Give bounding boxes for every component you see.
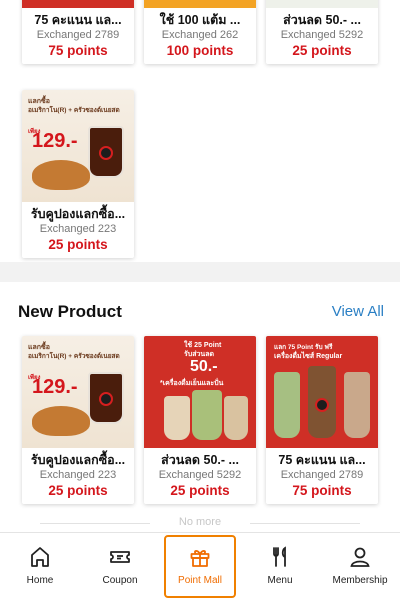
product-card[interactable]: ใช้ 100 แต้ม ... Exchanged 262 100 point… [144, 0, 256, 64]
product-image: แลกซื้อ อเมริกาโน(R) + ครัวซองต์เนยสด เพ… [22, 336, 134, 448]
fork-knife-icon [273, 546, 286, 567]
product-name: รับคูปองแลกซื้อ... [30, 453, 126, 467]
exchanged-count: Exchanged 2789 [280, 469, 364, 481]
tab-label: Membership [332, 575, 388, 586]
person-icon [350, 547, 370, 567]
tab-label: Menu [267, 575, 293, 586]
section-title: New Product [18, 302, 122, 321]
tab-menu[interactable]: Menu [240, 533, 320, 600]
promo-price: 129.- [32, 376, 78, 398]
points-price: 75 points [48, 43, 108, 58]
promo-price: 129.- [32, 130, 78, 152]
home-icon [31, 547, 49, 567]
product-image [144, 0, 256, 8]
exchanged-count: Exchanged 2789 [36, 29, 120, 41]
points-price: 25 points [48, 237, 108, 252]
product-name: ส่วนลด 50.- ... [283, 13, 361, 27]
product-image: แลก 75 Point รับ ฟรี เครื่องดื่มไซส์ Reg… [266, 336, 378, 448]
tab-label: Home [26, 575, 54, 586]
section-divider [0, 262, 400, 282]
product-name: 75 คะแนน แล... [34, 13, 122, 27]
promo-text: เครื่องดื่มไซส์ Regular [274, 353, 343, 360]
promo-text: อเมริกาโน(R) + ครัวซองต์เนยสด [28, 353, 120, 360]
exchanged-count: Exchanged 5292 [158, 469, 242, 481]
product-name: ใช้ 100 แต้ม ... [159, 13, 241, 27]
no-more-indicator: No more [0, 516, 400, 528]
bottom-tab-bar: Home Coupon Point Mall Menu Membership [0, 532, 400, 600]
product-image: ใช้ 25 Point รับส่วนลด 50.- *เครื่องดื่ม… [144, 336, 256, 448]
promo-text: อเมริกาโน(R) + ครัวซองต์เนยสด [28, 107, 120, 114]
tab-home[interactable]: Home [0, 533, 80, 600]
product-image: แลกซื้อ อเมริกาโน(R) + ครัวซองต์เนยสด เพ… [22, 90, 134, 202]
promo-amount: 50.- [190, 358, 218, 375]
product-card[interactable]: แลก 75 Point รับ ฟรี เครื่องดื่มไซส์ Reg… [266, 336, 378, 504]
tab-point-mall[interactable]: Point Mall [160, 533, 240, 600]
ticket-icon [110, 551, 130, 563]
tab-membership[interactable]: Membership [320, 533, 400, 600]
product-name: รับคูปองแลกซื้อ... [30, 207, 126, 221]
product-name: 75 คะแนน แล... [278, 453, 366, 467]
exchanged-count: Exchanged 5292 [280, 29, 364, 41]
active-tab-highlight [164, 535, 236, 598]
tab-label: Coupon [102, 575, 138, 586]
product-card[interactable]: แลกซื้อ อเมริกาโน(R) + ครัวซองต์เนยสด เพ… [22, 336, 134, 504]
product-name: ส่วนลด 50.- ... [161, 453, 239, 467]
exchanged-count: Exchanged 223 [39, 469, 117, 481]
croissant-image [32, 160, 90, 190]
croissant-image [32, 406, 90, 436]
exchanged-count: Exchanged 223 [39, 223, 117, 235]
points-price: 25 points [48, 483, 108, 498]
exchanged-count: Exchanged 262 [161, 29, 239, 41]
tab-coupon[interactable]: Coupon [80, 533, 160, 600]
product-card[interactable]: ใช้ 25 Point รับส่วนลด 50.- *เครื่องดื่ม… [144, 336, 256, 504]
product-image [266, 0, 378, 8]
points-price: 25 points [292, 43, 352, 58]
points-price: 100 points [166, 43, 234, 58]
product-image [22, 0, 134, 8]
product-card[interactable]: แลกซื้อ อเมริกาโน(R) + ครัวซองต์เนยสด เพ… [22, 90, 134, 258]
points-price: 25 points [170, 483, 230, 498]
points-price: 75 points [292, 483, 352, 498]
product-card[interactable]: 75 คะแนน แล... Exchanged 2789 75 points [22, 0, 134, 64]
promo-text: *เครื่องดื่มเย็นและปั่น [160, 380, 224, 387]
product-card[interactable]: ส่วนลด 50.- ... Exchanged 5292 25 points [266, 0, 378, 64]
view-all-link[interactable]: View All [332, 303, 384, 320]
